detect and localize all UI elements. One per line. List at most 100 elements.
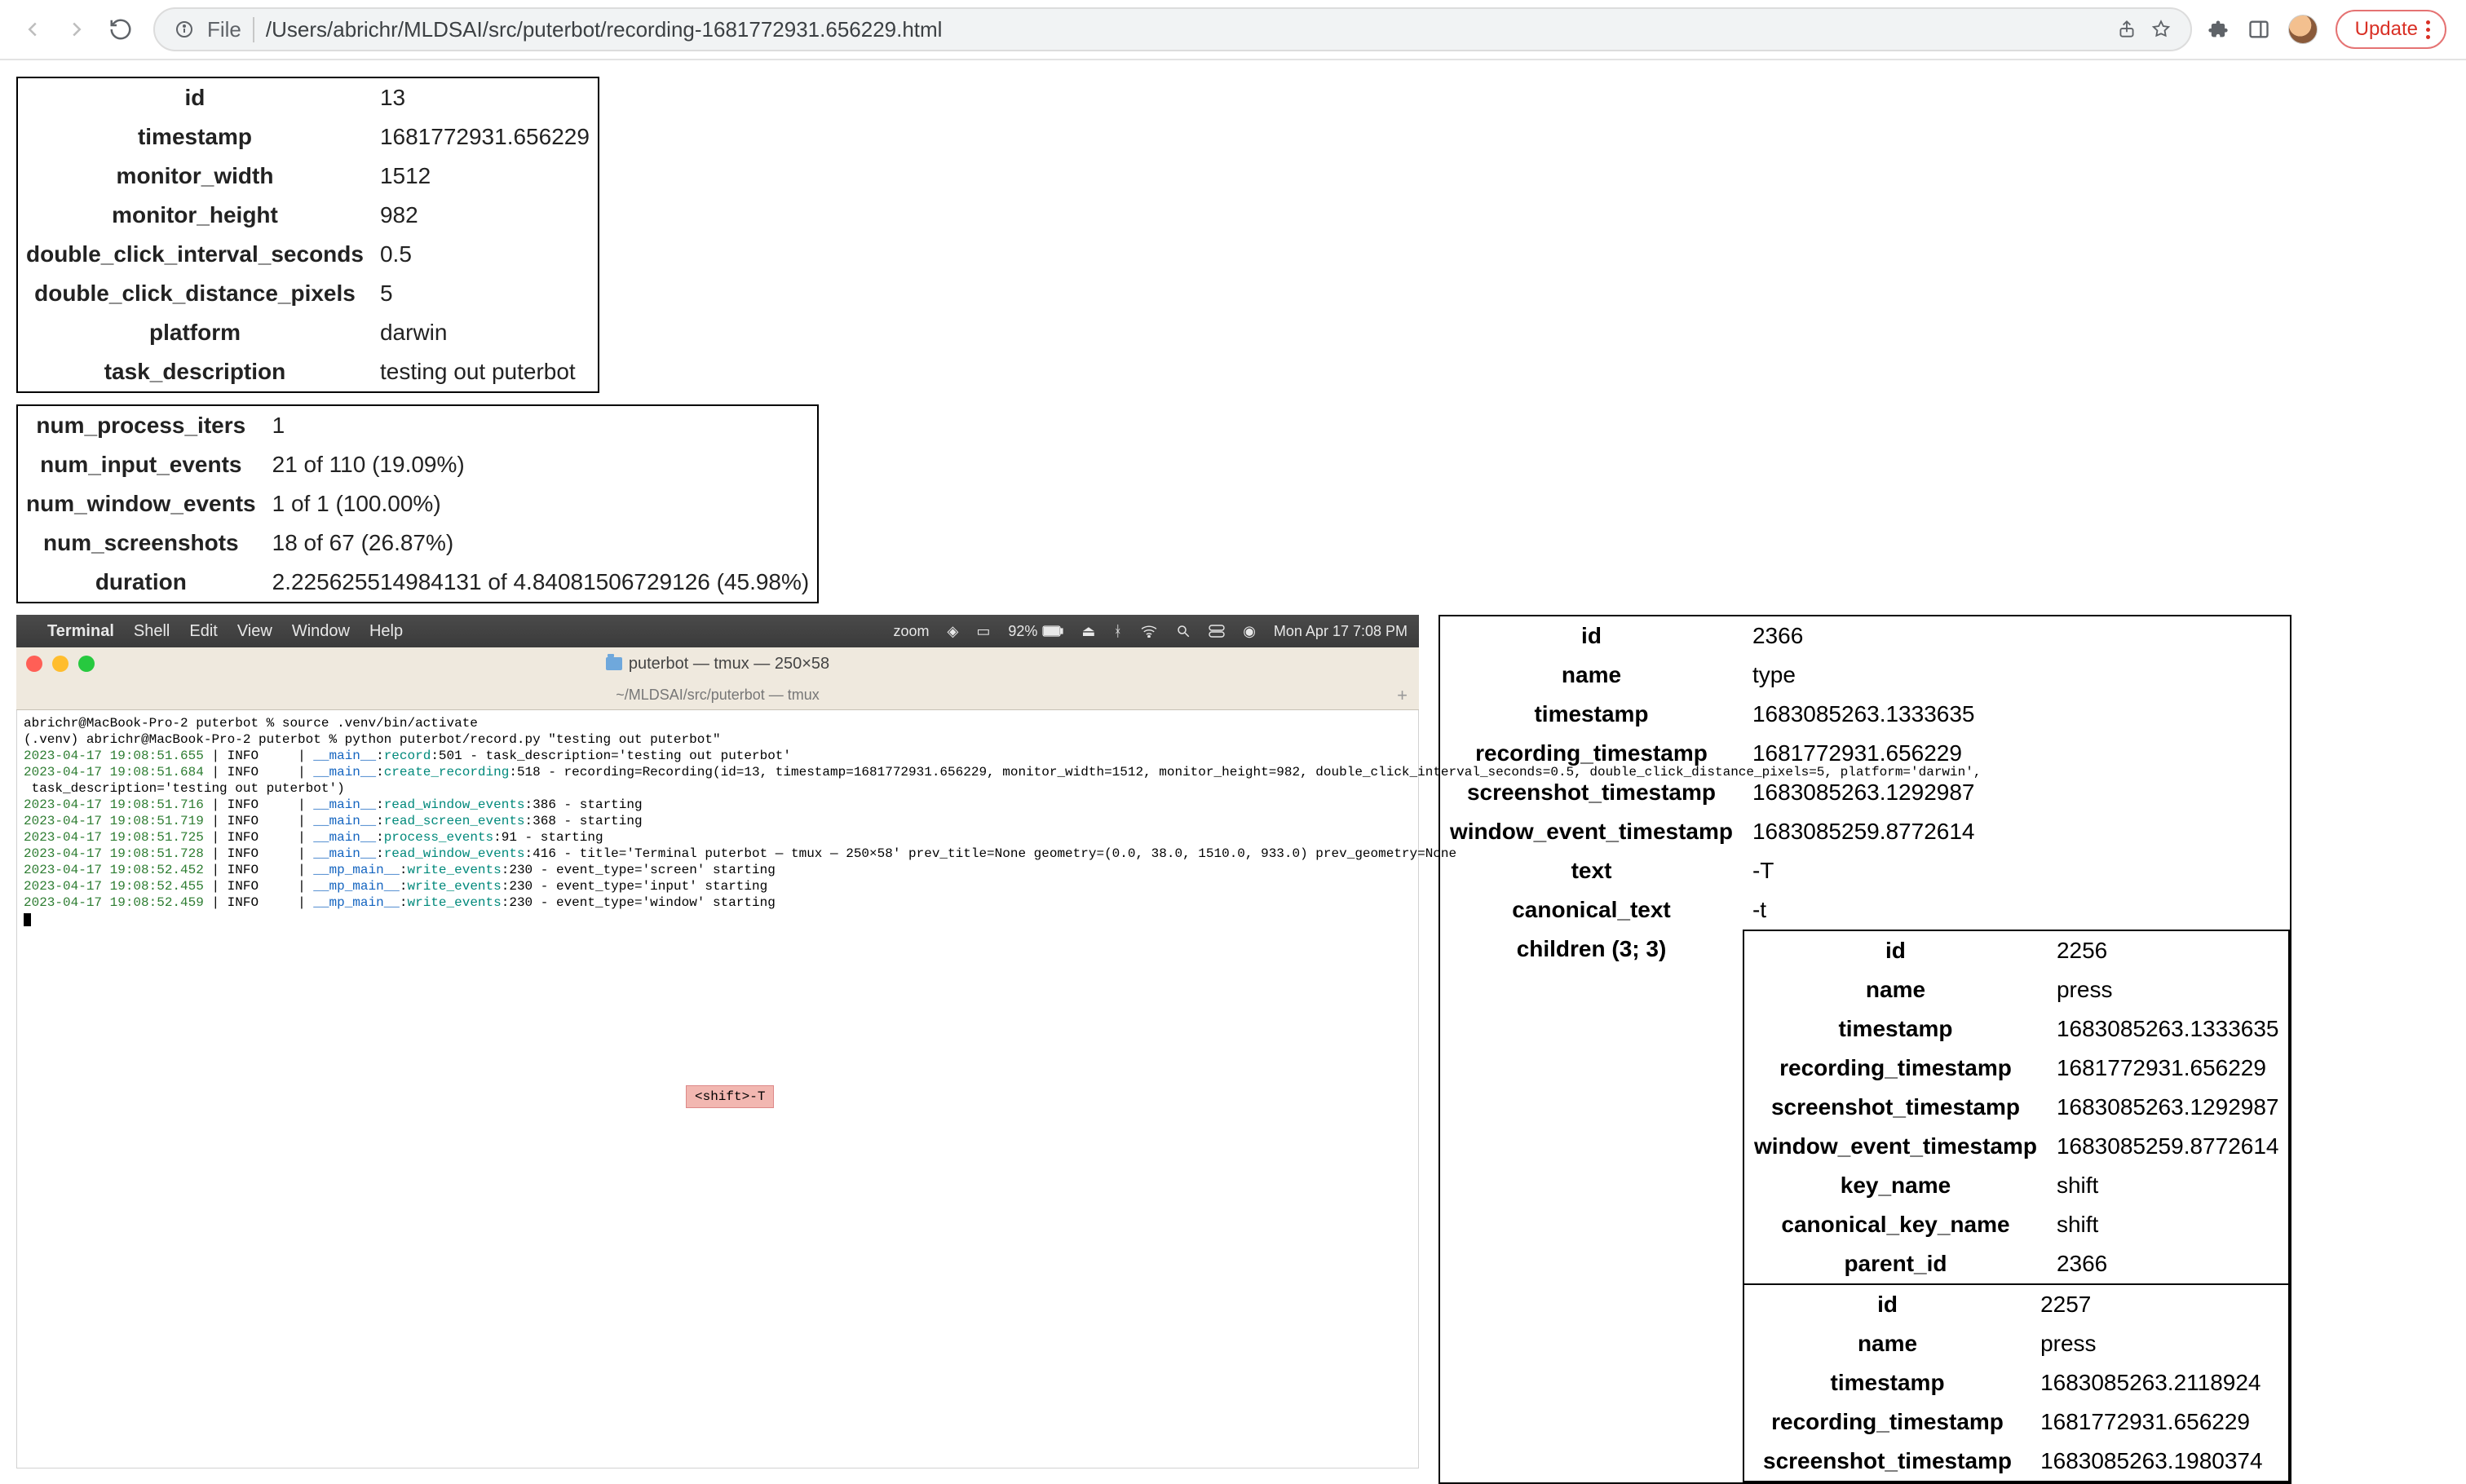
child-key: name <box>1743 1324 2031 1363</box>
meta-val: 1681772931.656229 <box>372 117 599 157</box>
child-val: shift <box>2047 1205 2290 1244</box>
table-row: screenshot_timestamp1683085263.1292987 <box>1743 1088 2290 1127</box>
bookmark-star-icon[interactable] <box>2150 18 2172 41</box>
child-key: timestamp <box>1743 1009 2047 1049</box>
share-icon[interactable] <box>2115 18 2138 41</box>
terminal-line: 2023-04-17 19:08:52.455 | INFO | __mp_ma… <box>24 878 1412 894</box>
table-row: text-T <box>1439 851 2291 890</box>
stat-key: num_process_iters <box>17 405 264 445</box>
close-window-icon[interactable] <box>26 656 42 672</box>
minimize-window-icon[interactable] <box>52 656 68 672</box>
table-row: timestamp1683085263.1333635 <box>1743 1009 2290 1049</box>
url-text: /Users/abrichr/MLDSAI/src/puterbot/recor… <box>266 17 943 42</box>
table-row: timestamp1681772931.656229 <box>17 117 599 157</box>
table-row: namepress <box>1743 1324 2290 1363</box>
stat-key: duration <box>17 563 264 603</box>
table-row: num_input_events21 of 110 (19.09%) <box>17 445 818 484</box>
stat-val: 18 of 67 (26.87%) <box>264 523 819 563</box>
meta-key: platform <box>17 313 372 352</box>
event-key: window_event_timestamp <box>1439 812 1743 851</box>
menu-item[interactable]: Shell <box>134 622 170 640</box>
meta-key: double_click_distance_pixels <box>17 274 372 313</box>
stat-val: 1 of 1 (100.00%) <box>264 484 819 523</box>
zoom-window-icon[interactable] <box>78 656 95 672</box>
terminal-line: abrichr@MacBook-Pro-2 puterbot % source … <box>24 715 1412 731</box>
meta-val: 1512 <box>372 157 599 196</box>
folder-icon <box>606 657 622 670</box>
event-key: name <box>1439 656 1743 695</box>
child-event-table: id2256namepresstimestamp1683085263.13336… <box>1743 930 2291 1285</box>
table-row: window_event_timestamp1683085259.8772614 <box>1743 1127 2290 1166</box>
menu-item[interactable]: Help <box>369 622 403 640</box>
meta-key: timestamp <box>17 117 372 157</box>
reload-button[interactable] <box>103 11 139 47</box>
table-row: platformdarwin <box>17 313 599 352</box>
child-key: window_event_timestamp <box>1743 1127 2047 1166</box>
meta-key: monitor_height <box>17 196 372 235</box>
menu-item[interactable]: Edit <box>189 622 217 640</box>
child-key: canonical_key_name <box>1743 1205 2047 1244</box>
child-key: key_name <box>1743 1166 2047 1205</box>
table-row: nametype <box>1439 656 2291 695</box>
back-button[interactable] <box>15 11 51 47</box>
child-key: screenshot_timestamp <box>1743 1088 2047 1127</box>
zoom-label: zoom <box>893 623 929 640</box>
table-row: namepress <box>1743 970 2290 1009</box>
stat-val: 2.225625514984131 of 4.84081506729126 (4… <box>264 563 819 603</box>
child-val: press <box>2047 970 2290 1009</box>
event-val: 1683085259.8772614 <box>1743 812 2291 851</box>
stat-key: num_window_events <box>17 484 264 523</box>
event-val: 1683085263.1333635 <box>1743 695 2291 734</box>
table-row: duration2.225625514984131 of 4.840815067… <box>17 563 818 603</box>
terminal-line: 2023-04-17 19:08:51.719 | INFO | __main_… <box>24 813 1412 829</box>
terminal-line: 2023-04-17 19:08:51.716 | INFO | __main_… <box>24 797 1412 813</box>
table-row: parent_id2366 <box>1743 1244 2290 1284</box>
children-row: children (3; 3)id2256namepresstimestamp1… <box>1439 930 2291 1483</box>
update-button[interactable]: Update <box>2336 10 2446 49</box>
event-key: timestamp <box>1439 695 1743 734</box>
menu-item[interactable]: Window <box>292 622 350 640</box>
stat-val: 1 <box>264 405 819 445</box>
url-scheme-chip: File <box>207 17 254 42</box>
child-key: id <box>1743 1285 2031 1324</box>
table-row: canonical_key_nameshift <box>1743 1205 2290 1244</box>
child-val: 1681772931.656229 <box>2047 1049 2290 1088</box>
table-row: id2366 <box>1439 616 2291 656</box>
table-row: monitor_width1512 <box>17 157 599 196</box>
table-row: recording_timestamp1681772931.656229 <box>1743 1402 2290 1442</box>
page-content: id13timestamp1681772931.656229monitor_wi… <box>0 60 2466 1484</box>
meta-val: darwin <box>372 313 599 352</box>
table-row: task_descriptiontesting out puterbot <box>17 352 599 392</box>
side-panel-icon[interactable] <box>2247 18 2270 41</box>
event-val: -t <box>1743 890 2291 930</box>
terminal-body[interactable]: abrichr@MacBook-Pro-2 puterbot % source … <box>16 710 1419 1469</box>
children-cell: id2256namepresstimestamp1683085263.13336… <box>1743 930 2291 1483</box>
table-row: canonical_text-t <box>1439 890 2291 930</box>
eject-menubar-icon: ⏏ <box>1081 623 1095 640</box>
bluetooth-menubar-icon: ᚼ <box>1113 623 1122 640</box>
extensions-icon[interactable] <box>2207 18 2230 41</box>
children-label: children (3; 3) <box>1439 930 1743 1483</box>
stat-key: num_screenshots <box>17 523 264 563</box>
battery-menubar-icon: 92% <box>1008 623 1063 640</box>
omnibox[interactable]: File /Users/abrichr/MLDSAI/src/puterbot/… <box>153 7 2192 51</box>
meta-val: 13 <box>372 77 599 117</box>
forward-button[interactable] <box>59 11 95 47</box>
meta-key: id <box>17 77 372 117</box>
child-val: shift <box>2047 1166 2290 1205</box>
site-info-icon[interactable] <box>173 18 196 41</box>
window-traffic-lights[interactable] <box>26 656 95 672</box>
child-val: 2256 <box>2047 930 2290 970</box>
child-key: parent_id <box>1743 1244 2047 1284</box>
profile-avatar[interactable] <box>2288 15 2318 44</box>
menu-item[interactable]: View <box>237 622 272 640</box>
table-row: timestamp1683085263.1333635 <box>1439 695 2291 734</box>
child-val: 2366 <box>2047 1244 2290 1284</box>
new-tab-button[interactable]: + <box>1397 685 1408 706</box>
table-row: num_screenshots18 of 67 (26.87%) <box>17 523 818 563</box>
table-row: monitor_height982 <box>17 196 599 235</box>
child-key: name <box>1743 970 2047 1009</box>
clock-menubar: Mon Apr 17 7:08 PM <box>1274 623 1408 640</box>
terminal-line: 2023-04-17 19:08:52.459 | INFO | __mp_ma… <box>24 894 1412 911</box>
wifi-menubar-icon <box>1140 625 1158 638</box>
